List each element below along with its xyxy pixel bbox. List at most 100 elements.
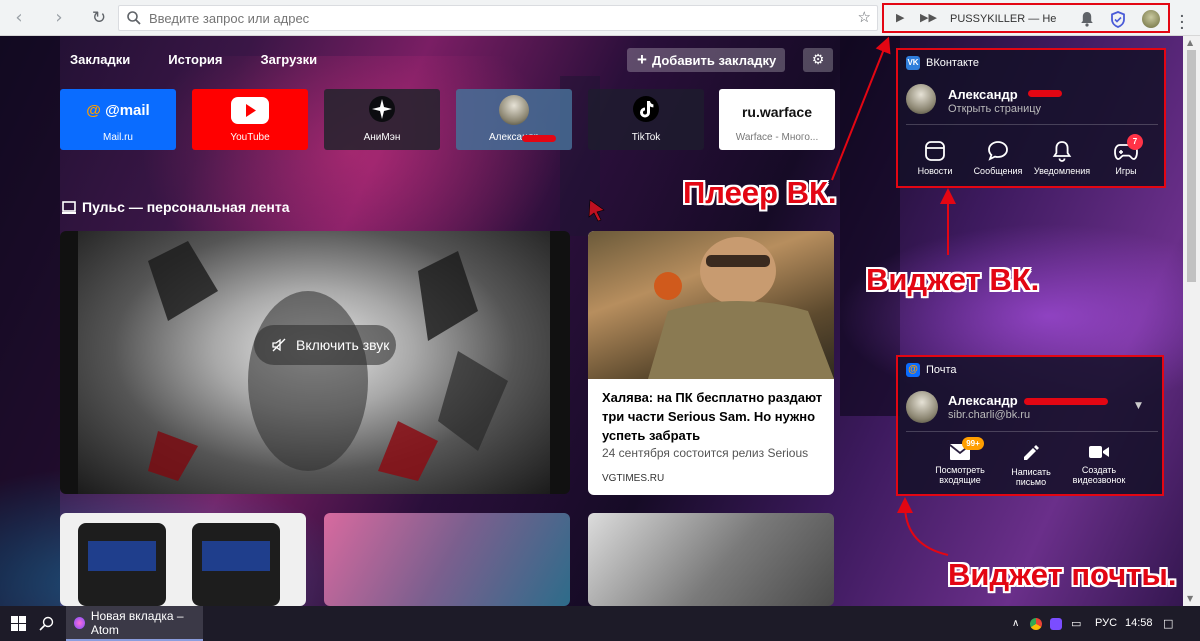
mail-video-call-label: Создать видеозвонок bbox=[1072, 465, 1126, 485]
vk-notifications-label: Уведомления bbox=[1033, 166, 1091, 176]
news-subtitle: 24 сентября состоится релиз Serious bbox=[602, 446, 809, 460]
mail-compose-button[interactable]: Написать письмо bbox=[1002, 443, 1060, 487]
tile-youtube[interactable]: YouTube bbox=[192, 89, 308, 150]
news-source[interactable]: VGTIMES.RU bbox=[602, 473, 664, 484]
mail-user-name[interactable]: Александр bbox=[948, 393, 1018, 408]
tile-warface[interactable]: ru.warface Warface - Много... bbox=[719, 89, 835, 150]
mail-email-address[interactable]: sibr.charli@bk.ru bbox=[948, 409, 1030, 421]
play-icon[interactable]: ▶ bbox=[896, 11, 904, 24]
youtube-logo-icon bbox=[231, 97, 269, 124]
redaction-mark bbox=[1028, 90, 1062, 97]
tray-overflow-icon[interactable]: ∧ bbox=[1012, 606, 1019, 641]
scroll-down-icon[interactable]: ▼ bbox=[1187, 594, 1193, 603]
redaction-mark bbox=[1024, 398, 1108, 405]
vk-messages-button[interactable]: Сообщения bbox=[970, 140, 1026, 176]
vk-logo-icon: VK bbox=[906, 56, 920, 70]
bell-icon[interactable] bbox=[1080, 11, 1094, 27]
clock[interactable]: 14:58 bbox=[1125, 606, 1153, 641]
network-icon[interactable]: ▭ bbox=[1071, 606, 1081, 641]
reload-icon[interactable]: ↻ bbox=[88, 7, 110, 29]
address-input[interactable] bbox=[149, 9, 839, 27]
app-tray-icon[interactable] bbox=[1050, 618, 1062, 630]
tile-tiktok[interactable]: TikTok bbox=[588, 89, 704, 150]
vk-user-name[interactable]: Александр bbox=[948, 87, 1018, 102]
bookmarks-link[interactable]: Закладки bbox=[70, 52, 130, 67]
mail-logo-icon: @ bbox=[906, 363, 920, 377]
language-indicator[interactable]: РУС bbox=[1095, 606, 1117, 641]
news-card[interactable]: Халява: на ПК бесплатно раздают три част… bbox=[588, 231, 834, 495]
windows-start-icon[interactable] bbox=[11, 616, 26, 631]
annotation-player-label: Плеер ВК. bbox=[683, 175, 837, 210]
bookmark-star-icon[interactable]: ☆ bbox=[858, 8, 871, 26]
video-camera-icon bbox=[1089, 446, 1109, 458]
news-icon bbox=[925, 141, 945, 161]
mail-widget-header[interactable]: @ Почта bbox=[906, 363, 957, 377]
back-icon[interactable]: ‹ bbox=[8, 7, 30, 29]
tile-label: АниМэн bbox=[363, 132, 401, 143]
vk-avatar[interactable] bbox=[906, 84, 936, 114]
annotation-mail-widget-label: Виджет почты. bbox=[948, 557, 1177, 592]
divider bbox=[906, 124, 1158, 125]
player-track-title[interactable]: PUSSYKILLER — Не отлич bbox=[950, 13, 1056, 25]
tile-vk-profile[interactable]: Александр bbox=[456, 89, 572, 150]
enable-sound-button[interactable]: Включить звук bbox=[254, 325, 396, 365]
notifications-icon[interactable]: □ bbox=[1163, 606, 1173, 641]
forward-icon[interactable]: › bbox=[48, 7, 70, 29]
feed-card-game[interactable] bbox=[588, 513, 834, 606]
plus-icon: + bbox=[637, 50, 647, 69]
divider bbox=[906, 431, 1158, 432]
video-card[interactable]: Включить звук bbox=[60, 231, 570, 494]
vk-news-button[interactable]: Новости bbox=[910, 140, 960, 176]
vk-games-button[interactable]: Игры bbox=[1102, 140, 1150, 176]
profile-avatar[interactable] bbox=[1142, 10, 1160, 28]
menu-icon[interactable]: ... bbox=[1180, 5, 1184, 31]
mail-inbox-button[interactable]: Посмотреть входящие bbox=[928, 443, 992, 485]
tile-label: TikTok bbox=[631, 132, 661, 143]
vk-games-label: Игры bbox=[1115, 166, 1137, 176]
account-dropdown-icon[interactable]: ▼ bbox=[1135, 401, 1142, 411]
vk-open-page-link[interactable]: Открыть страницу bbox=[948, 103, 1041, 115]
taskbar-window-title: Новая вкладка – Atom bbox=[90, 608, 184, 637]
pulse-title: Пульс — персональная лента bbox=[82, 199, 290, 215]
settings-gear-button[interactable]: ⚙ bbox=[803, 48, 833, 72]
add-bookmark-button[interactable]: + Добавить закладку bbox=[627, 48, 785, 72]
tiktok-logo-icon bbox=[633, 96, 659, 122]
page-scrollbar[interactable]: ▲ ▼ bbox=[1183, 36, 1200, 606]
mail-avatar[interactable] bbox=[906, 391, 938, 423]
windows-taskbar: Новая вкладка – Atom ∧ ▭ РУС 14:58 □ bbox=[0, 606, 1200, 641]
gear-icon: ⚙ bbox=[811, 52, 825, 68]
scrollbar-thumb[interactable] bbox=[1187, 50, 1196, 282]
tile-animen[interactable]: АниМэн bbox=[324, 89, 440, 150]
chat-bubble-icon bbox=[988, 141, 1008, 161]
chrome-tray-icon[interactable] bbox=[1030, 618, 1042, 630]
taskbar-atom-window[interactable]: Новая вкладка – Atom bbox=[66, 606, 203, 641]
mail-video-call-button[interactable]: Создать видеозвонок bbox=[1066, 443, 1132, 485]
next-track-icon[interactable]: ▶▶ bbox=[920, 11, 937, 24]
tile-mailru[interactable]: @ @mail Mail.ru bbox=[60, 89, 176, 150]
sparkle-logo-icon bbox=[369, 96, 395, 122]
vk-widget-header[interactable]: VK ВКонтакте bbox=[906, 56, 979, 70]
inbox-badge: 99+ bbox=[962, 437, 984, 450]
news-image bbox=[588, 231, 834, 379]
add-bookmark-label: Добавить закладку bbox=[651, 53, 777, 68]
mute-speaker-icon bbox=[272, 338, 286, 352]
history-link[interactable]: История bbox=[168, 52, 222, 67]
feed-card-photo[interactable] bbox=[324, 513, 570, 606]
shield-icon[interactable] bbox=[1110, 11, 1126, 28]
address-bar[interactable]: ☆ bbox=[118, 5, 878, 31]
news-title[interactable]: Халява: на ПК бесплатно раздают три част… bbox=[602, 388, 824, 445]
product-image bbox=[78, 523, 280, 606]
scroll-up-icon[interactable]: ▲ bbox=[1187, 38, 1193, 47]
redaction-mark bbox=[522, 135, 556, 142]
downloads-link[interactable]: Загрузки bbox=[261, 52, 318, 67]
games-badge: 7 bbox=[1127, 134, 1143, 150]
feed-card-product[interactable] bbox=[60, 513, 306, 606]
vk-notifications-button[interactable]: Уведомления bbox=[1032, 140, 1092, 176]
vk-news-label: Новости bbox=[917, 166, 953, 176]
annotation-vk-widget-label: Виджет ВК. bbox=[866, 262, 1040, 297]
tile-label: YouTube bbox=[230, 132, 270, 143]
browser-toolbar: ‹ › ↻ ☆ ▶ ▶▶ PUSSYKILLER — Не отлич ... bbox=[0, 0, 1200, 36]
at-sign-icon: @ bbox=[86, 102, 101, 119]
mail-widget-title: Почта bbox=[926, 364, 957, 376]
search-icon[interactable] bbox=[39, 616, 54, 631]
